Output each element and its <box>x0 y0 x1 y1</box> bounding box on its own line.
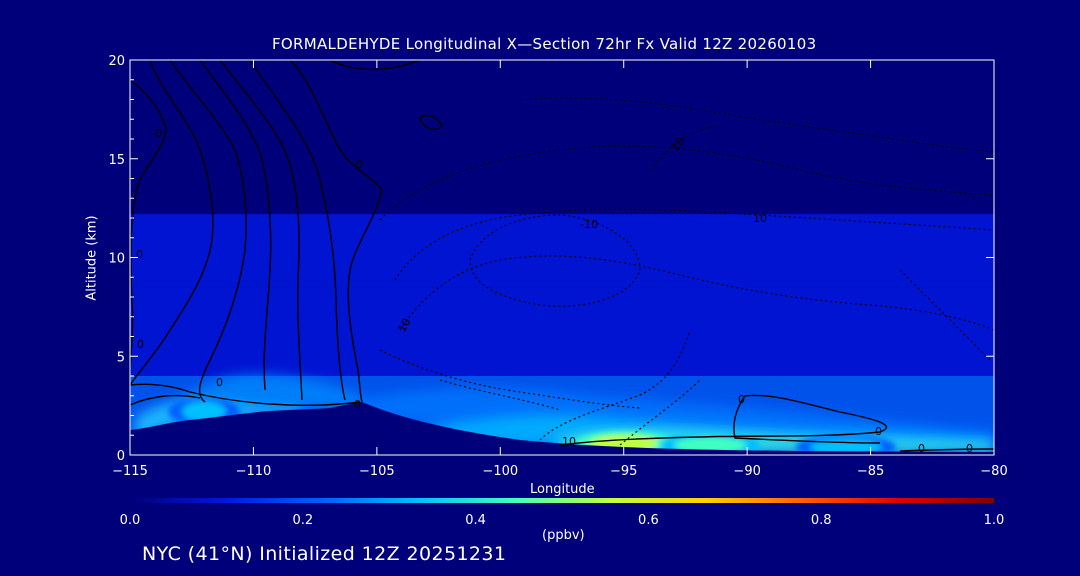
contour-label: 0 <box>137 338 144 351</box>
x-tick-label: −80 <box>980 464 1007 479</box>
contour-label: 0 <box>966 442 973 455</box>
band <box>130 214 994 288</box>
x-tick-label: −110 <box>236 464 272 479</box>
colorbar-tick-label: 0.8 <box>811 513 832 528</box>
x-tick-label: −115 <box>112 464 148 479</box>
y-tick-label: 20 <box>108 54 125 69</box>
colorbar-tick-label: 0.0 <box>120 513 141 528</box>
contour-label: 0 <box>738 393 745 406</box>
contour-label: 10 <box>562 435 576 448</box>
concentration-field <box>130 60 994 455</box>
band <box>130 287 994 376</box>
chart-title: FORMALDEHYDE Longitudinal X—Section 72hr… <box>272 35 817 53</box>
x-tick-label: −100 <box>482 464 518 479</box>
y-tick-label: 5 <box>117 350 125 365</box>
colorbar-tick-label: 0.6 <box>638 513 659 528</box>
colorbar: 0.0 0.2 0.4 0.6 0.8 1.0 <box>120 498 1005 528</box>
initialized-label: NYC (41°N) Initialized 12Z 20251231 <box>142 543 507 565</box>
colorbar-unit-label: (ppbv) <box>542 528 585 543</box>
x-tick-label: −105 <box>359 464 395 479</box>
x-axis-label: Longitude <box>530 482 595 497</box>
y-tick-label: 0 <box>117 449 125 464</box>
contour-label: 10 <box>753 212 767 225</box>
y-tick-label: 10 <box>108 252 125 267</box>
contour-label: 0 <box>216 376 223 389</box>
band <box>130 60 994 215</box>
x-tick-label: −95 <box>610 464 637 479</box>
contour-label: 0 <box>356 158 363 171</box>
y-tick-label: 15 <box>108 153 125 168</box>
contour-label: 0 <box>354 398 361 411</box>
contour-label: 0 <box>918 442 925 455</box>
contour-label: -10 <box>580 218 598 231</box>
contour-label: 0 <box>875 425 882 438</box>
colorbar-tick-label: 0.2 <box>292 513 313 528</box>
colorbar-ticks: 0.0 0.2 0.4 0.6 0.8 1.0 <box>120 513 1005 528</box>
contour-label: 0 <box>136 248 143 261</box>
colorbar-fill <box>130 498 994 503</box>
x-tick-label: −85 <box>857 464 884 479</box>
colorbar-tick-label: 1.0 <box>984 513 1005 528</box>
x-tick-label: −90 <box>733 464 760 479</box>
colorbar-tick-label: 0.4 <box>465 513 486 528</box>
contour-label: 0 <box>155 127 162 140</box>
y-axis-label: Altitude (km) <box>84 215 100 301</box>
